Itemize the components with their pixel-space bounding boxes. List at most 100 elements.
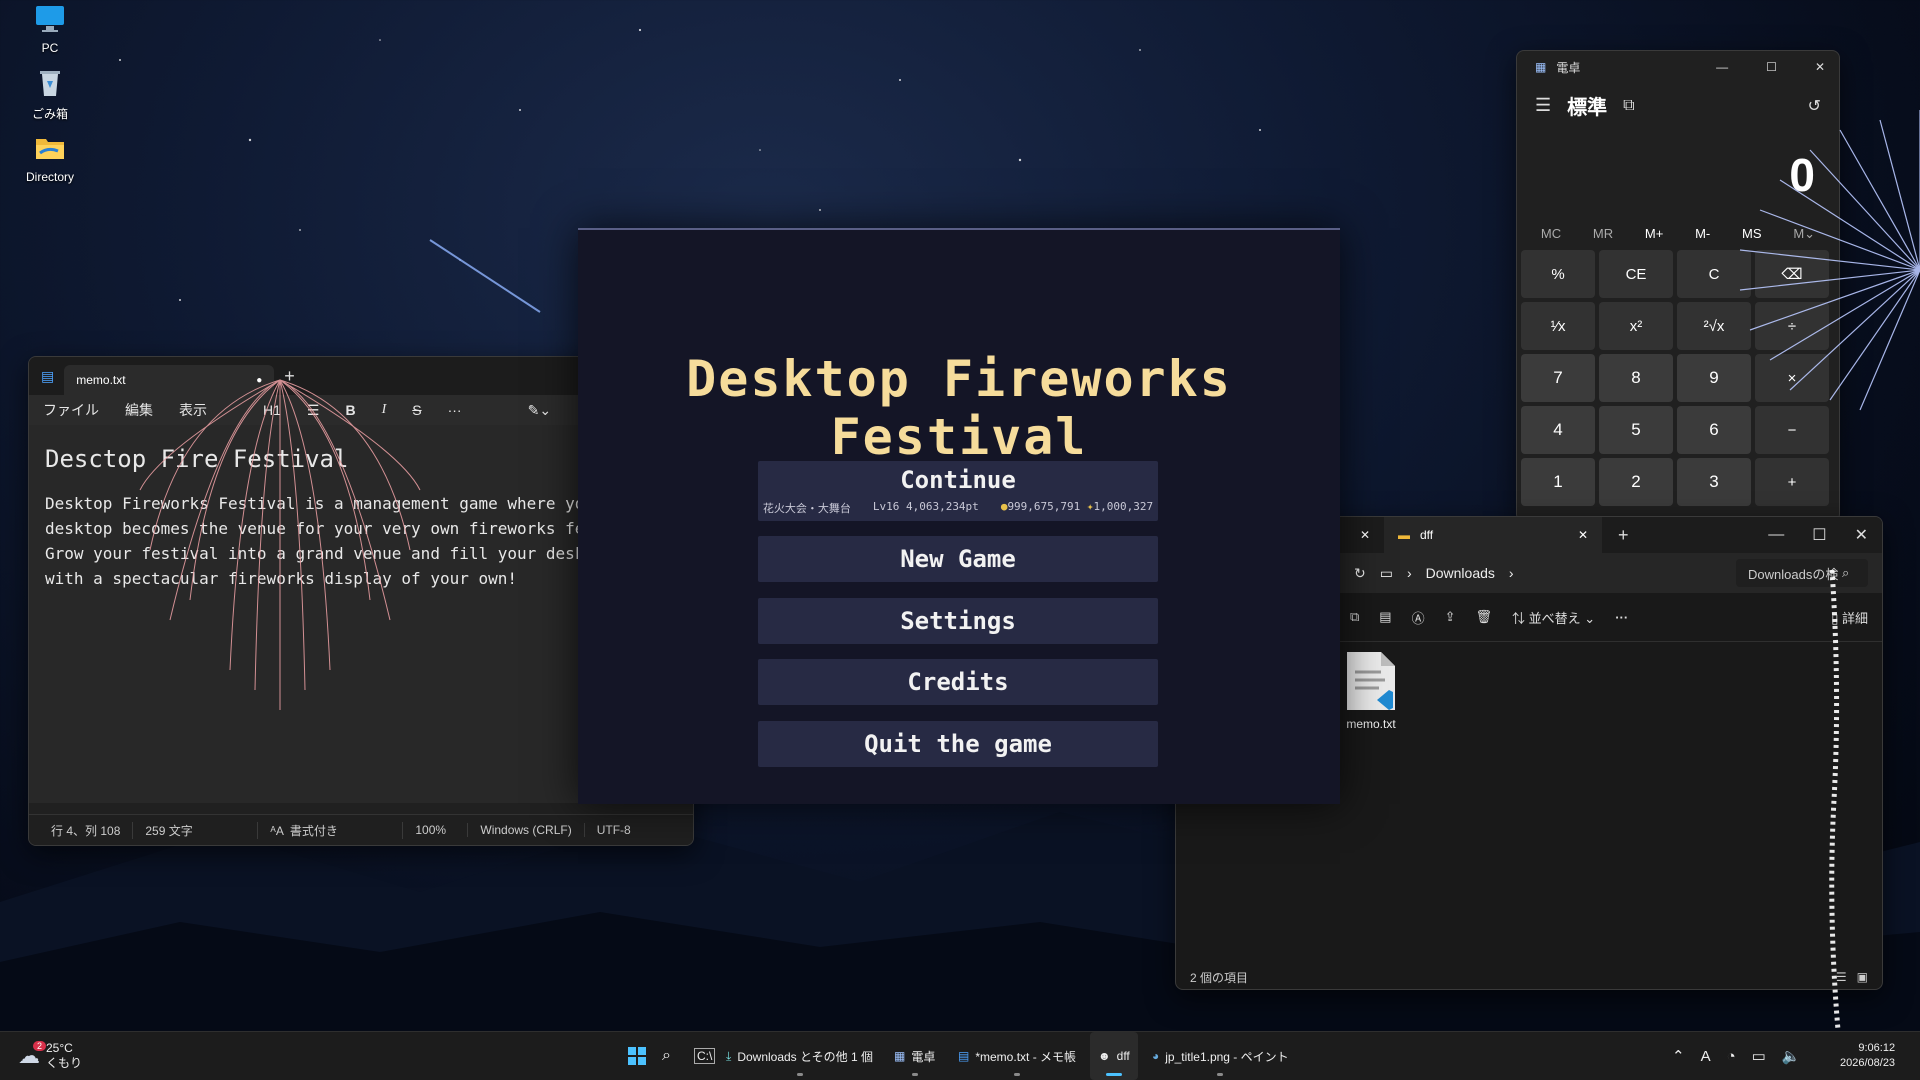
refresh-icon[interactable]: ↻: [1354, 565, 1366, 582]
minimize-icon[interactable]: —: [1716, 60, 1728, 74]
maximize-icon[interactable]: ☐: [1766, 60, 1777, 74]
desktop-icon-recycle-bin[interactable]: ごみ箱: [16, 68, 84, 122]
calc-key-seven[interactable]: 7: [1521, 354, 1595, 402]
sort-button[interactable]: ⇅ 並べ替え ⌄: [1512, 608, 1595, 627]
ime-indicator[interactable]: A: [1701, 1048, 1711, 1065]
calculator-title-bar: ▦ 電卓 — ☐ ✕: [1517, 51, 1839, 83]
calc-key-add[interactable]: +: [1755, 458, 1829, 506]
breadcrumb-downloads[interactable]: Downloads: [1426, 565, 1495, 581]
close-tab-icon[interactable]: ✕: [1360, 528, 1370, 542]
focus-icon[interactable]: ◔: [1727, 1048, 1736, 1065]
calc-key-backspace[interactable]: ⌫: [1755, 250, 1829, 298]
network-icon[interactable]: ▭: [1752, 1047, 1766, 1065]
calc-key-two[interactable]: 2: [1599, 458, 1673, 506]
desktop-icon-pc[interactable]: PC: [16, 4, 84, 55]
calculator-mode: 標準: [1567, 97, 1608, 119]
save-summary: 花火大会・大舞台 Lv16 4,063,234pt ●999,675,791 ✦…: [763, 500, 1153, 516]
file-name: memo.txt: [1346, 717, 1396, 731]
list-view-icon[interactable]: ☰: [1836, 970, 1847, 984]
taskbar-app-paint[interactable]: ◕ jp_title1.png - ペイント: [1152, 1032, 1289, 1080]
new-tab-icon[interactable]: +: [284, 366, 295, 387]
menu-file[interactable]: ファイル: [43, 400, 99, 420]
search-button[interactable]: ⌕: [662, 1032, 671, 1080]
calc-key-reciprocal[interactable]: ¹⁄x: [1521, 302, 1595, 350]
memory-store-button[interactable]: MS: [1742, 226, 1762, 242]
memory-subtract-button[interactable]: M-: [1695, 226, 1710, 242]
menu-view[interactable]: 表示: [179, 400, 207, 420]
new-tab-icon[interactable]: +: [1618, 525, 1629, 546]
continue-button[interactable]: Continue 花火大会・大舞台 Lv16 4,063,234pt ●999,…: [758, 461, 1158, 521]
history-icon[interactable]: ↺: [1808, 96, 1821, 116]
notepad-tab[interactable]: memo.txt ●: [64, 365, 275, 395]
chevron-up-icon[interactable]: ⌃: [1672, 1047, 1685, 1065]
start-button[interactable]: [628, 1032, 646, 1080]
unsaved-dot-icon[interactable]: ●: [256, 375, 262, 386]
windows-icon: [628, 1047, 646, 1065]
explorer-tab-dff[interactable]: ▬ dff ✕: [1384, 517, 1602, 553]
close-icon[interactable]: ✕: [1815, 60, 1825, 74]
calc-key-multiply[interactable]: ×: [1755, 354, 1829, 402]
taskbar-app-downloads[interactable]: ⤓ Downloads とその他 1 個: [726, 1032, 873, 1080]
memory-add-button[interactable]: M+: [1645, 226, 1663, 242]
share-icon[interactable]: ⇪: [1445, 609, 1456, 625]
new-game-button[interactable]: New Game: [758, 536, 1158, 582]
menu-edit[interactable]: 編集: [125, 400, 153, 420]
terminal-button[interactable]: C:\: [694, 1032, 716, 1080]
hamburger-menu-icon[interactable]: ☰: [1535, 95, 1551, 116]
rename-icon[interactable]: Ⓐ: [1412, 608, 1425, 627]
details-button[interactable]: ▯ 詳細: [1831, 608, 1868, 627]
app-label: 電卓: [911, 1049, 936, 1064]
volume-icon[interactable]: 🔈: [1782, 1047, 1801, 1065]
strikethrough-button[interactable]: S: [412, 402, 421, 418]
close-icon[interactable]: ✕: [1855, 525, 1868, 545]
calc-key-one[interactable]: 1: [1521, 458, 1595, 506]
delete-icon[interactable]: 🗑: [1476, 609, 1493, 625]
calc-key-subtract[interactable]: −: [1755, 406, 1829, 454]
search-input[interactable]: Downloadsの検索 ⌕: [1736, 559, 1868, 587]
calculator-app-icon: ▦: [1535, 60, 1547, 74]
calc-key-clear[interactable]: C: [1677, 250, 1751, 298]
calc-key-divide[interactable]: ÷: [1755, 302, 1829, 350]
app-label: dff: [1116, 1049, 1130, 1063]
calc-key-square-root[interactable]: ²√x: [1677, 302, 1751, 350]
keep-on-top-icon[interactable]: ⧉: [1623, 97, 1634, 115]
copy-icon[interactable]: ⧉: [1350, 609, 1359, 625]
settings-button[interactable]: Settings: [758, 598, 1158, 644]
close-tab-icon[interactable]: ✕: [1578, 528, 1588, 542]
file-item[interactable]: memo.txt: [1336, 650, 1406, 731]
calc-key-five[interactable]: 5: [1599, 406, 1673, 454]
calc-key-three[interactable]: 3: [1677, 458, 1751, 506]
maximize-icon[interactable]: ☐: [1812, 525, 1826, 545]
calc-key-eight[interactable]: 8: [1599, 354, 1673, 402]
credits-button[interactable]: Credits: [758, 659, 1158, 705]
weather-widget[interactable]: ☁ 2 25°C くもり: [18, 1032, 82, 1080]
taskbar-app-dff[interactable]: ☻ dff: [1090, 1032, 1138, 1080]
save-venue: 花火大会・大舞台: [762, 502, 851, 515]
memory-recall-button[interactable]: MR: [1593, 226, 1613, 242]
clock[interactable]: 9:06:12 2026/08/23: [1840, 1032, 1895, 1080]
italic-button[interactable]: I: [382, 402, 387, 418]
clear-format-icon[interactable]: ✎⌄: [528, 402, 551, 419]
memory-clear-button[interactable]: MC: [1541, 226, 1561, 242]
calc-key-percent[interactable]: %: [1521, 250, 1595, 298]
taskbar-app-notepad[interactable]: ▤ *memo.txt - メモ帳: [958, 1032, 1076, 1080]
tile-view-icon[interactable]: ▣: [1857, 970, 1868, 984]
memory-list-button[interactable]: M⌄: [1793, 226, 1815, 242]
paste-icon[interactable]: ▤: [1379, 609, 1391, 625]
more-button[interactable]: ···: [448, 402, 462, 418]
desktop-icon-directory[interactable]: Directory: [16, 133, 84, 184]
calc-key-six[interactable]: 6: [1677, 406, 1751, 454]
taskbar-app-calculator[interactable]: ▦ 電卓: [894, 1032, 935, 1080]
heading-dropdown[interactable]: H1: [263, 402, 281, 418]
calc-key-clear-entry[interactable]: CE: [1599, 250, 1673, 298]
calc-key-square[interactable]: x²: [1599, 302, 1673, 350]
calc-key-four[interactable]: 4: [1521, 406, 1595, 454]
more-options-icon[interactable]: ···: [1615, 610, 1628, 625]
minimize-icon[interactable]: —: [1768, 526, 1784, 544]
notepad-icon: ▤: [958, 1049, 970, 1063]
bold-button[interactable]: B: [345, 402, 355, 418]
calc-key-nine[interactable]: 9: [1677, 354, 1751, 402]
this-pc-icon[interactable]: ▭: [1380, 565, 1393, 582]
quit-button[interactable]: Quit the game: [758, 721, 1158, 767]
list-icon[interactable]: ☰: [307, 402, 320, 419]
